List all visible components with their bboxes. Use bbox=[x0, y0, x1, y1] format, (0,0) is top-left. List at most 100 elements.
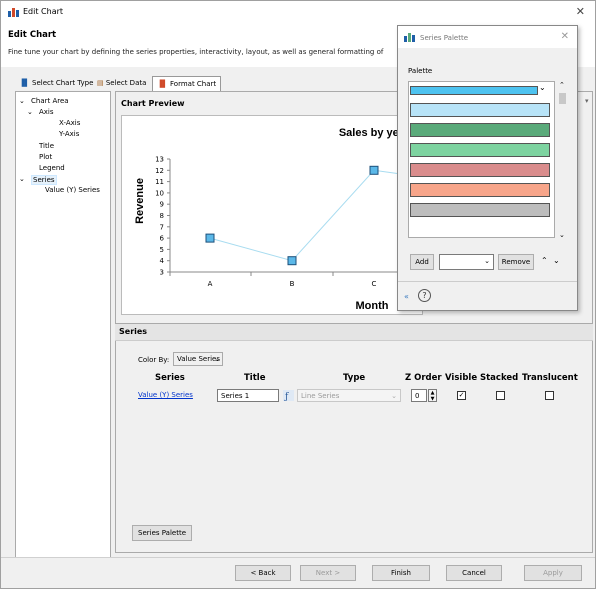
color-by-label: Color By: bbox=[138, 356, 170, 364]
collapse-chevron-icon[interactable]: ⌄ bbox=[27, 108, 33, 116]
palette-label: Palette bbox=[408, 67, 433, 75]
svg-text:ƒ: ƒ bbox=[284, 392, 289, 401]
cancel-button[interactable]: Cancel bbox=[446, 565, 502, 581]
series-section-title: Series bbox=[119, 327, 148, 336]
tree-item-value-series[interactable]: Value (Y) Series bbox=[45, 186, 100, 194]
data-point bbox=[287, 256, 297, 266]
new-color-select[interactable]: ⌄ bbox=[439, 254, 494, 270]
palette-color-swatch[interactable] bbox=[410, 123, 550, 137]
series-section-header bbox=[115, 323, 593, 341]
selected-color-swatch[interactable] bbox=[410, 86, 538, 95]
header-type: Type bbox=[343, 373, 366, 383]
chart-preview-label: Chart Preview bbox=[121, 99, 185, 108]
tree-item-chart-area[interactable]: Chart Area bbox=[31, 97, 69, 105]
tree-item-legend[interactable]: Legend bbox=[39, 164, 65, 172]
chart-svg: Sales by year Revenue Month 345678910111… bbox=[134, 127, 457, 312]
tree-item-y-axis[interactable]: Y-Axis bbox=[59, 130, 79, 138]
format-chart-icon: ▐▌ bbox=[157, 80, 168, 88]
divider bbox=[398, 281, 577, 282]
scroll-thumb[interactable] bbox=[559, 93, 566, 104]
color-by-select[interactable]: Value Series ⌄ bbox=[173, 352, 223, 366]
translucent-checkbox[interactable] bbox=[545, 391, 554, 400]
tab-label: Format Chart bbox=[170, 80, 217, 88]
dialog-footer bbox=[1, 557, 595, 588]
series-palette-window: Series Palette ✕ Palette ⌄ ⌃ ⌄ Add ⌄ Rem… bbox=[397, 25, 578, 311]
tree-item-x-axis[interactable]: X-Axis bbox=[59, 119, 80, 127]
collapse-chevron-icon[interactable]: ⌄ bbox=[19, 175, 25, 183]
next-button: Next > bbox=[300, 565, 356, 581]
collapse-icon[interactable]: « bbox=[404, 292, 409, 301]
y-tick-label: 5 bbox=[160, 246, 164, 254]
y-tick-label: 8 bbox=[160, 212, 164, 220]
y-tick-label: 13 bbox=[155, 156, 164, 164]
palette-color-swatch[interactable] bbox=[410, 183, 550, 197]
data-point bbox=[369, 165, 379, 175]
y-tick-label: 7 bbox=[160, 223, 164, 231]
tab-select-data[interactable]: ▤ Select Data bbox=[93, 76, 150, 91]
tab-format-chart[interactable]: ▐▌ Format Chart bbox=[152, 76, 222, 91]
header-title: Edit Chart bbox=[8, 30, 57, 40]
apply-button: Apply bbox=[524, 565, 582, 581]
close-icon[interactable]: ✕ bbox=[561, 31, 569, 42]
z-order-spinner[interactable]: ▲ ▼ bbox=[428, 389, 437, 402]
function-builder-icon[interactable]: ƒ bbox=[283, 390, 294, 401]
chevron-down-icon: ⌄ bbox=[391, 392, 397, 400]
y-tick-label: 10 bbox=[155, 189, 164, 197]
tree-item-series[interactable]: Series bbox=[31, 175, 57, 185]
z-order-input[interactable]: 0 bbox=[411, 389, 427, 402]
chevron-up-icon[interactable]: ⌃ bbox=[559, 81, 565, 89]
y-axis-label: Revenue bbox=[134, 178, 146, 224]
header-visible: Visible bbox=[445, 373, 478, 383]
chevron-down-icon[interactable]: ⌄ bbox=[559, 231, 565, 239]
finish-button[interactable]: Finish bbox=[372, 565, 430, 581]
header-z-order: Z Order bbox=[405, 373, 442, 383]
header-title: Title bbox=[244, 373, 266, 383]
palette-scrollbar[interactable]: ⌃ ⌄ bbox=[558, 81, 568, 241]
chevron-down-icon[interactable]: ⌄ bbox=[539, 83, 546, 92]
palette-color-swatch[interactable] bbox=[410, 103, 550, 117]
tree-item-title[interactable]: Title bbox=[39, 142, 54, 150]
tab-label: Select Chart Type bbox=[32, 79, 94, 87]
data-icon: ▤ bbox=[97, 79, 104, 87]
x-tick-label: C bbox=[372, 280, 377, 288]
tree-item-plot[interactable]: Plot bbox=[39, 153, 52, 161]
visible-checkbox[interactable]: ✓ bbox=[457, 391, 466, 400]
chevron-down-icon[interactable]: ▾ bbox=[585, 97, 589, 105]
title-bar: Edit Chart ✕ bbox=[1, 1, 595, 23]
remove-color-button[interactable]: Remove bbox=[498, 254, 534, 270]
series-title-input[interactable]: Series 1 bbox=[217, 389, 279, 402]
y-tick-label: 12 bbox=[155, 167, 164, 175]
move-down-icon[interactable]: ⌄ bbox=[553, 256, 560, 265]
chart-type-icon: ▐▌ bbox=[19, 79, 30, 87]
collapse-chevron-icon[interactable]: ⌄ bbox=[19, 97, 25, 105]
back-button[interactable]: < Back bbox=[235, 565, 291, 581]
window-title: Edit Chart bbox=[23, 7, 64, 16]
x-axis-label: Month bbox=[356, 300, 389, 312]
header-stacked: Stacked bbox=[480, 373, 519, 383]
edit-chart-dialog: Edit Chart ✕ Edit Chart Fine tune your c… bbox=[0, 0, 596, 589]
add-color-button[interactable]: Add bbox=[410, 254, 434, 270]
stacked-checkbox[interactable] bbox=[496, 391, 505, 400]
series-palette-button[interactable]: Series Palette bbox=[132, 525, 192, 541]
header-series: Series bbox=[155, 373, 185, 383]
tab-label: Select Data bbox=[105, 79, 147, 87]
chevron-down-icon: ⌄ bbox=[484, 257, 490, 265]
help-icon[interactable]: ? bbox=[418, 289, 431, 302]
chart-icon bbox=[8, 8, 19, 17]
y-tick-label: 9 bbox=[160, 201, 164, 209]
y-tick-label: 11 bbox=[155, 178, 164, 186]
chevron-down-icon: ⌄ bbox=[214, 355, 220, 363]
x-tick-label: A bbox=[208, 280, 213, 288]
header-description: Fine tune your chart by defining the ser… bbox=[8, 48, 384, 56]
chart-icon bbox=[404, 33, 415, 42]
tree-item-axis[interactable]: Axis bbox=[39, 108, 54, 116]
palette-color-swatch[interactable] bbox=[410, 203, 550, 217]
series-line bbox=[209, 169, 457, 262]
close-icon[interactable]: ✕ bbox=[576, 5, 585, 18]
move-up-icon[interactable]: ⌃ bbox=[541, 256, 548, 265]
chart-preview: Sales by year Revenue Month 3 4 5 6 7 8 9 10 11 1… bbox=[121, 115, 457, 315]
value-series-link[interactable]: Value (Y) Series bbox=[138, 391, 193, 399]
palette-color-swatch[interactable] bbox=[410, 143, 550, 157]
tab-select-chart-type[interactable]: ▐▌ Select Chart Type bbox=[15, 76, 97, 91]
palette-color-swatch[interactable] bbox=[410, 163, 550, 177]
